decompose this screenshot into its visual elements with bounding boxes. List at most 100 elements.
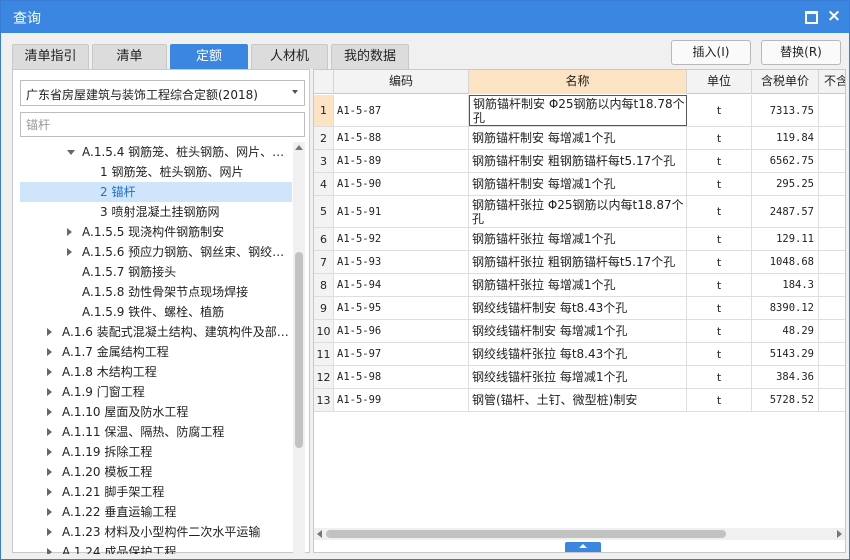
cell-price-without-tax[interactable] xyxy=(819,127,845,149)
cell-unit[interactable]: t xyxy=(687,150,752,172)
cell-name[interactable]: 钢管(锚杆、土钉、微型桩)制安 xyxy=(469,389,687,411)
cell-price-without-tax[interactable] xyxy=(819,297,845,319)
table-row[interactable]: 12 A1-5-98 钢绞线锚杆张拉 每增减1个孔 t 384.36 xyxy=(314,366,845,389)
header-code[interactable]: 编码 xyxy=(334,70,469,94)
close-icon[interactable]: × xyxy=(825,7,843,25)
chevron-right-icon[interactable] xyxy=(47,468,52,476)
chevron-right-icon[interactable] xyxy=(67,228,72,236)
scroll-right-icon[interactable] xyxy=(837,530,842,538)
cell-price-without-tax[interactable] xyxy=(819,228,845,250)
cell-name[interactable]: 钢绞线锚杆张拉 每t8.43个孔 xyxy=(469,343,687,365)
cell-code[interactable]: A1-5-91 xyxy=(334,196,469,227)
cell-code[interactable]: A1-5-93 xyxy=(334,251,469,273)
tree-scrollbar[interactable] xyxy=(293,142,305,554)
cell-name[interactable]: 钢筋锚杆制安 Φ25钢筋以内每t18.78个孔 xyxy=(469,95,687,126)
tab-labor-material-machine[interactable]: 人材机 xyxy=(251,44,328,69)
cell-unit[interactable]: t xyxy=(687,274,752,296)
cell-name[interactable]: 钢筋锚杆制安 每增减1个孔 xyxy=(469,173,687,195)
maximize-icon[interactable] xyxy=(801,7,819,25)
cell-code[interactable]: A1-5-88 xyxy=(334,127,469,149)
search-input[interactable] xyxy=(21,113,304,136)
cell-price-with-tax[interactable]: 6562.75 xyxy=(752,150,819,172)
search-field[interactable] xyxy=(20,112,305,137)
grid-scroll-thumb[interactable] xyxy=(326,530,726,538)
row-number[interactable]: 13 xyxy=(314,389,334,411)
cell-price-with-tax[interactable]: 8390.12 xyxy=(752,297,819,319)
table-row[interactable]: 2 A1-5-88 钢筋锚杆制安 每增减1个孔 t 119.84 xyxy=(314,127,845,150)
cell-name[interactable]: 钢筋锚杆张拉 每增减1个孔 xyxy=(469,274,687,296)
row-number[interactable]: 9 xyxy=(314,297,334,319)
header-price-without-tax[interactable]: 不含 xyxy=(819,70,845,94)
cell-price-with-tax[interactable]: 48.29 xyxy=(752,320,819,342)
cell-name[interactable]: 钢筋锚杆制安 粗钢筋锚杆每t5.17个孔 xyxy=(469,150,687,172)
tree-item[interactable]: A.1.11 保温、隔热、防腐工程 xyxy=(20,422,292,442)
cell-code[interactable]: A1-5-92 xyxy=(334,228,469,250)
tree-item[interactable]: A.1.9 门窗工程 xyxy=(20,382,292,402)
row-number[interactable]: 1 xyxy=(314,95,334,126)
cell-unit[interactable]: t xyxy=(687,297,752,319)
table-row[interactable]: 3 A1-5-89 钢筋锚杆制安 粗钢筋锚杆每t5.17个孔 t 6562.75 xyxy=(314,150,845,173)
row-number[interactable]: 7 xyxy=(314,251,334,273)
cell-price-without-tax[interactable] xyxy=(819,251,845,273)
chevron-right-icon[interactable] xyxy=(47,328,52,336)
tree-item[interactable]: 1 钢筋笼、桩头钢筋、网片 xyxy=(20,162,292,182)
tree-item[interactable]: A.1.5.6 预应力钢筋、钢丝束、钢绞… xyxy=(20,242,292,262)
grid-horizontal-scrollbar[interactable] xyxy=(314,528,845,540)
table-row[interactable]: 1 A1-5-87 钢筋锚杆制安 Φ25钢筋以内每t18.78个孔 t 7313.75 xyxy=(314,95,845,127)
panel-collapse-handle[interactable] xyxy=(565,542,601,552)
cell-price-without-tax[interactable] xyxy=(819,95,845,126)
chevron-right-icon[interactable] xyxy=(47,408,52,416)
cell-price-with-tax[interactable]: 384.36 xyxy=(752,366,819,388)
cell-price-without-tax[interactable] xyxy=(819,274,845,296)
cell-unit[interactable]: t xyxy=(687,251,752,273)
cell-name[interactable]: 钢筋锚杆张拉 每增减1个孔 xyxy=(469,228,687,250)
cell-unit[interactable]: t xyxy=(687,127,752,149)
row-number[interactable]: 2 xyxy=(314,127,334,149)
row-number[interactable]: 12 xyxy=(314,366,334,388)
table-row[interactable]: 13 A1-5-99 钢管(锚杆、土钉、微型桩)制安 t 5728.52 xyxy=(314,389,845,412)
tree-item[interactable]: A.1.8 木结构工程 xyxy=(20,362,292,382)
cell-name[interactable]: 钢绞线锚杆制安 每增减1个孔 xyxy=(469,320,687,342)
header-price-with-tax[interactable]: 含税单价 xyxy=(752,70,819,94)
cell-code[interactable]: A1-5-87 xyxy=(334,95,469,126)
cell-price-with-tax[interactable]: 2487.57 xyxy=(752,196,819,227)
tree-item[interactable]: A.1.7 金属结构工程 xyxy=(20,342,292,362)
cell-price-without-tax[interactable] xyxy=(819,343,845,365)
cell-unit[interactable]: t xyxy=(687,320,752,342)
table-row[interactable]: 5 A1-5-91 钢筋锚杆张拉 Φ25钢筋以内每t18.87个孔 t 2487.57 xyxy=(314,196,845,228)
cell-price-without-tax[interactable] xyxy=(819,173,845,195)
tree-item[interactable]: A.1.20 模板工程 xyxy=(20,462,292,482)
cell-unit[interactable]: t xyxy=(687,173,752,195)
table-row[interactable]: 6 A1-5-92 钢筋锚杆张拉 每增减1个孔 t 129.11 xyxy=(314,228,845,251)
tree-item[interactable]: A.1.23 材料及小型构件二次水平运输 xyxy=(20,522,292,542)
table-row[interactable]: 8 A1-5-94 钢筋锚杆张拉 每增减1个孔 t 184.3 xyxy=(314,274,845,297)
scroll-up-icon[interactable] xyxy=(295,145,303,150)
cell-unit[interactable]: t xyxy=(687,389,752,411)
header-name[interactable]: 名称 xyxy=(469,70,687,94)
cell-name[interactable]: 钢筋锚杆张拉 Φ25钢筋以内每t18.87个孔 xyxy=(469,196,687,227)
table-row[interactable]: 10 A1-5-96 钢绞线锚杆制安 每增减1个孔 t 48.29 xyxy=(314,320,845,343)
table-row[interactable]: 7 A1-5-93 钢筋锚杆张拉 粗钢筋锚杆每t5.17个孔 t 1048.68 xyxy=(314,251,845,274)
tree-item[interactable]: A.1.22 垂直运输工程 xyxy=(20,502,292,522)
tree-item[interactable]: 2 锚杆 xyxy=(20,182,292,202)
table-row[interactable]: 9 A1-5-95 钢绞线锚杆制安 每t8.43个孔 t 8390.12 xyxy=(314,297,845,320)
cell-price-with-tax[interactable]: 5728.52 xyxy=(752,389,819,411)
chevron-right-icon[interactable] xyxy=(47,388,52,396)
cell-unit[interactable]: t xyxy=(687,95,752,126)
tree-item[interactable]: A.1.5.9 铁件、螺栓、植筋 xyxy=(20,302,292,322)
scroll-left-icon[interactable] xyxy=(317,530,322,538)
tree-item[interactable]: A.1.5.7 钢筋接头 xyxy=(20,262,292,282)
row-number[interactable]: 11 xyxy=(314,343,334,365)
cell-price-without-tax[interactable] xyxy=(819,320,845,342)
cell-unit[interactable]: t xyxy=(687,228,752,250)
row-number[interactable]: 8 xyxy=(314,274,334,296)
cell-name[interactable]: 钢绞线锚杆张拉 每增减1个孔 xyxy=(469,366,687,388)
cell-name[interactable]: 钢绞线锚杆制安 每t8.43个孔 xyxy=(469,297,687,319)
quota-library-select[interactable]: 广东省房屋建筑与装饰工程综合定额(2018) xyxy=(20,80,305,106)
tree-item[interactable]: A.1.5.5 现浇构件钢筋制安 xyxy=(20,222,292,242)
row-number[interactable]: 10 xyxy=(314,320,334,342)
tree-scroll-thumb[interactable] xyxy=(295,252,303,448)
tree-item[interactable]: A.1.5.8 劲性骨架节点现场焊接 xyxy=(20,282,292,302)
cell-code[interactable]: A1-5-95 xyxy=(334,297,469,319)
cell-price-with-tax[interactable]: 7313.75 xyxy=(752,95,819,126)
